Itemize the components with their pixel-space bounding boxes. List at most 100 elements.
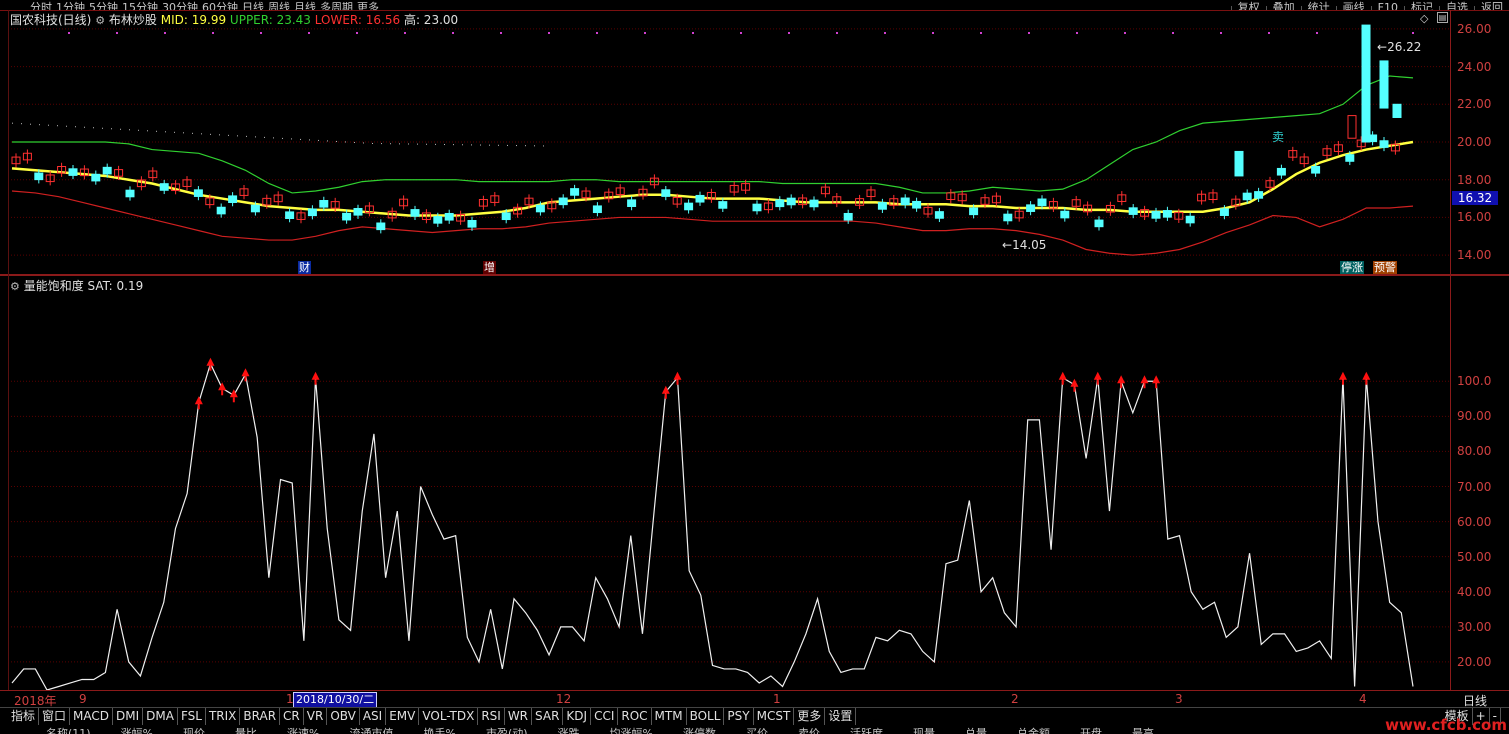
indicator-tick-3: 70.00: [1457, 479, 1492, 494]
signal-dot: [212, 32, 214, 34]
candle-body: [285, 211, 295, 220]
toolbar-button-7[interactable]: 返回: [1474, 2, 1509, 10]
dotted-line: [300, 138, 301, 140]
buy-arrow-stem: [1120, 383, 1123, 389]
buy-arrow-marker: [206, 357, 215, 366]
indicator-tab-16[interactable]: SAR: [532, 708, 564, 725]
dotted-line: [534, 145, 535, 147]
dotted-line: [453, 144, 454, 146]
candle-body: [1060, 210, 1070, 219]
candle-body: [353, 207, 363, 216]
dotted-line: [183, 132, 184, 134]
indicator-tab-10[interactable]: OBV: [327, 708, 360, 725]
settings-icon[interactable]: ⚙: [95, 14, 105, 27]
buy-arrow-marker: [1093, 371, 1102, 380]
indicator-tab-12[interactable]: EMV: [386, 708, 420, 725]
indicator-tab-11[interactable]: ASI: [360, 708, 387, 725]
dotted-line: [309, 139, 310, 141]
indicator-tab-23[interactable]: MCST: [754, 708, 795, 725]
dotted-line: [318, 139, 319, 141]
buy-arrow-marker: [1152, 375, 1161, 384]
candle-body: [68, 168, 78, 176]
indicator-tab-20[interactable]: MTM: [652, 708, 687, 725]
dotted-line: [120, 128, 121, 130]
candle-body: [775, 199, 785, 208]
dotted-line: [138, 129, 139, 131]
buy-arrow-stem: [1365, 379, 1368, 385]
price-tick-0: 26.00: [1457, 21, 1492, 36]
indicator-tab-6[interactable]: TRIX: [206, 708, 241, 725]
buy-arrow-marker: [1117, 375, 1126, 384]
event-zeng-marker[interactable]: 增: [483, 261, 496, 274]
dotted-line: [282, 137, 283, 139]
candle-body: [1128, 207, 1138, 215]
quote-columns: 名称(11) 涨幅% 现价 量比 涨速% 流通市值 换手% 市盈(动) 涨跌 均涨幅% 涨停数 买价卖…: [0, 726, 1509, 734]
indicator-tab-13[interactable]: VOL-TDX: [419, 708, 479, 725]
diamond-icon[interactable]: ◇: [1420, 12, 1428, 25]
indicator-tick-4: 60.00: [1457, 514, 1492, 529]
indicator-tab-7[interactable]: BRAR: [240, 708, 281, 725]
candle-body: [558, 197, 568, 206]
signal-dot: [1316, 32, 1318, 34]
price-chart-panel[interactable]: [8, 10, 1462, 274]
dotted-line: [372, 142, 373, 144]
indicator-tab-5[interactable]: FSL: [178, 708, 206, 725]
dotted-line: [174, 131, 175, 133]
indicator-tab-18[interactable]: CCI: [591, 708, 619, 725]
buy-arrow-marker: [1140, 375, 1149, 384]
indicator-tab-2[interactable]: MACD: [70, 708, 114, 725]
dotted-line: [489, 144, 490, 146]
dotted-line: [201, 133, 202, 135]
signal-dot: [1028, 32, 1030, 34]
candle-body: [125, 189, 135, 198]
buy-arrow-stem: [221, 390, 224, 396]
indicator-tab-1[interactable]: 窗口: [39, 708, 71, 725]
indicator-tab-3[interactable]: DMI: [113, 708, 144, 725]
signal-dot: [644, 32, 646, 34]
dotted-line: [336, 140, 337, 142]
dotted-line: [543, 145, 544, 147]
event-cai-marker[interactable]: 财: [298, 261, 311, 274]
buy-arrow-stem: [676, 379, 679, 385]
candle-body: [159, 183, 169, 191]
candle-body: [307, 208, 317, 217]
candle-body: [1242, 192, 1252, 201]
limit-up-tag[interactable]: 停涨: [1340, 261, 1364, 274]
indicator-chart-svg[interactable]: [8, 276, 1450, 691]
buy-arrow-marker: [1338, 371, 1347, 380]
window-toggle-icon[interactable]: ▤: [1437, 12, 1448, 23]
indicator-tab-14[interactable]: RSI: [478, 708, 505, 725]
indicator-tab-8[interactable]: CR: [280, 708, 304, 725]
indicator-tick-2: 80.00: [1457, 444, 1492, 459]
indicator-tab-15[interactable]: WR: [505, 708, 533, 725]
signal-dot: [404, 32, 406, 34]
indicator-tab-19[interactable]: ROC: [618, 708, 652, 725]
buy-arrow-stem: [1096, 379, 1099, 385]
indicator-tab-9[interactable]: VR: [304, 708, 328, 725]
indicator-name[interactable]: 布林炒股: [109, 13, 157, 27]
indicator-tab-21[interactable]: BOLL: [687, 708, 725, 725]
candle-body: [695, 194, 705, 203]
indicator-title[interactable]: 量能饱和度: [24, 279, 84, 293]
axis-label-mar: 3: [1175, 692, 1183, 706]
indicator-tab-25[interactable]: 设置: [825, 708, 857, 725]
warning-tag[interactable]: 预警: [1373, 261, 1397, 274]
dotted-line: [426, 143, 427, 145]
stock-name[interactable]: 国农科技(日线): [10, 13, 91, 27]
time-axis[interactable]: 2018年 9 1 2018/10/30/二 12 1 2 3 4 日线: [0, 690, 1509, 708]
sat-value: SAT: 0.19: [87, 279, 144, 293]
candle-body: [376, 222, 386, 231]
indicator-tab-17[interactable]: KDJ: [563, 708, 592, 725]
indicator-tab-22[interactable]: PSY: [724, 708, 754, 725]
signal-dot: [356, 32, 358, 34]
signal-dot: [932, 32, 934, 34]
indicator-tick-5: 50.00: [1457, 549, 1492, 564]
settings-icon[interactable]: ⚙: [10, 280, 20, 293]
signal-dot: [1076, 32, 1078, 34]
indicator-tab-0[interactable]: 指标: [8, 708, 40, 725]
indicator-panel[interactable]: [8, 276, 1451, 691]
indicator-tab-24[interactable]: 更多: [794, 708, 826, 725]
candle-body: [1185, 215, 1195, 224]
indicator-tab-4[interactable]: DMA: [143, 708, 178, 725]
price-chart-svg[interactable]: [8, 10, 1462, 274]
